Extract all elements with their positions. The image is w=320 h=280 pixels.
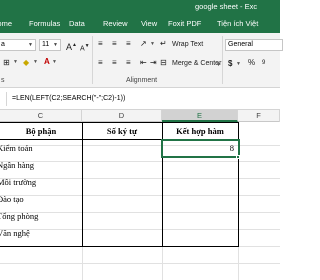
increase-indent-icon[interactable]: ⇥ (150, 58, 157, 68)
fill-handle[interactable] (236, 155, 240, 159)
font-size-dropdown[interactable]: 11 ▼ (39, 39, 61, 51)
tab-review[interactable]: Review (103, 19, 128, 28)
merge-center-button[interactable]: Merge & Center (172, 60, 221, 67)
column-header-e[interactable]: E (162, 110, 238, 122)
tab-foxit-pdf[interactable]: Foxit PDF (168, 19, 201, 28)
chevron-down-icon: ▼ (28, 42, 33, 48)
borders-icon[interactable]: ⊞ (3, 58, 10, 68)
orientation-icon[interactable]: ↗ (140, 39, 147, 49)
header-bo-phan[interactable]: Bộ phận (0, 124, 82, 138)
group-divider (222, 36, 223, 84)
ribbon-tabs: Home Formulas Data Review View Foxit PDF… (0, 14, 280, 33)
table-row-c[interactable]: Văn nghệ (0, 226, 30, 240)
font-group-label: s (1, 77, 5, 84)
comma-style-icon[interactable]: 9 (262, 58, 265, 68)
tab-home[interactable]: Home (0, 19, 12, 28)
table-row-c[interactable]: Tổng phòng (0, 209, 38, 223)
window-title: google sheet - Exc (195, 2, 258, 11)
group-divider (92, 36, 93, 84)
chevron-down-icon[interactable]: ▼ (52, 59, 57, 65)
currency-icon[interactable]: $ (228, 59, 232, 69)
ribbon: a ▼ 11 ▼ A▲ A▼ ⊞ ▼ ◆ ▼ A ▼ s ≡ ≡ ≡ ↗ ▼ ↵… (0, 33, 283, 88)
font-size-value: 11 (42, 41, 50, 48)
align-bottom-icon[interactable]: ≡ (126, 39, 131, 49)
increase-font-icon[interactable]: A▲ (66, 40, 77, 52)
chevron-down-icon[interactable]: ▼ (13, 59, 18, 65)
decrease-font-icon[interactable]: A▼ (80, 41, 90, 54)
align-left-icon[interactable]: ≡ (98, 58, 103, 68)
chevron-down-icon: ▼ (53, 42, 58, 48)
table-row-c[interactable]: Ngân hàng (0, 158, 34, 172)
header-ket-hop-ham[interactable]: Kết hợp hàm (162, 124, 238, 138)
tab-view[interactable]: View (141, 19, 157, 28)
table-row-c[interactable]: Đào tạo (0, 192, 24, 206)
column-header-d[interactable]: D (82, 110, 162, 122)
number-format-dropdown[interactable]: General (225, 39, 283, 51)
wrap-text-button[interactable]: Wrap Text (172, 41, 203, 48)
formula-input[interactable]: =LEN(LEFT(C2;SEARCH("-";C2)-1)) (12, 95, 125, 102)
decrease-indent-icon[interactable]: ⇤ (140, 58, 147, 68)
align-top-icon[interactable]: ≡ (98, 39, 103, 49)
chevron-down-icon[interactable]: ▼ (150, 41, 155, 47)
align-center-icon[interactable]: ≡ (112, 58, 117, 68)
tab-formulas[interactable]: Formulas (29, 19, 60, 28)
tab-data[interactable]: Data (69, 19, 85, 28)
chevron-down-icon[interactable]: ▼ (236, 61, 241, 67)
merge-center-icon[interactable]: ⊟ (160, 58, 167, 68)
number-format-value: General (228, 41, 253, 48)
font-color-icon[interactable]: A (44, 57, 50, 67)
font-name-value: a (1, 41, 5, 48)
chevron-down-icon[interactable]: ▼ (33, 59, 38, 65)
formula-bar-divider (6, 92, 7, 106)
column-header-f[interactable]: F (238, 110, 280, 122)
column-header-c[interactable]: C (0, 110, 82, 122)
table-row-c[interactable]: Môi trường (0, 175, 36, 189)
table-border (0, 122, 238, 123)
font-name-dropdown[interactable]: a ▼ (0, 39, 36, 51)
column-header-row: C D E F (0, 110, 280, 122)
chevron-down-icon[interactable]: ▼ (216, 62, 221, 68)
title-bar: google sheet - Exc (0, 0, 280, 14)
fill-color-icon[interactable]: ◆ (23, 58, 29, 68)
formula-bar: =LEN(LEFT(C2;SEARCH("-";C2)-1)) (0, 88, 280, 110)
header-so-ky-tu[interactable]: Số ký tự (82, 124, 162, 138)
align-middle-icon[interactable]: ≡ (112, 39, 117, 49)
selected-cell[interactable] (161, 139, 240, 158)
table-row-c[interactable]: Kiểm toán (0, 141, 33, 155)
wrap-text-icon[interactable]: ↵ (160, 39, 167, 49)
table-border (82, 122, 83, 247)
spreadsheet-grid[interactable]: C D E F Bộ phận Số ký tự Kết hợp hàm Kiể… (0, 110, 280, 280)
tab-tien-ich-viet[interactable]: Tiện ích Việt (217, 19, 258, 28)
align-right-icon[interactable]: ≡ (126, 58, 131, 68)
percent-icon[interactable]: % (248, 58, 255, 68)
table-border (0, 246, 238, 247)
alignment-group-label: Alignment (126, 77, 158, 84)
